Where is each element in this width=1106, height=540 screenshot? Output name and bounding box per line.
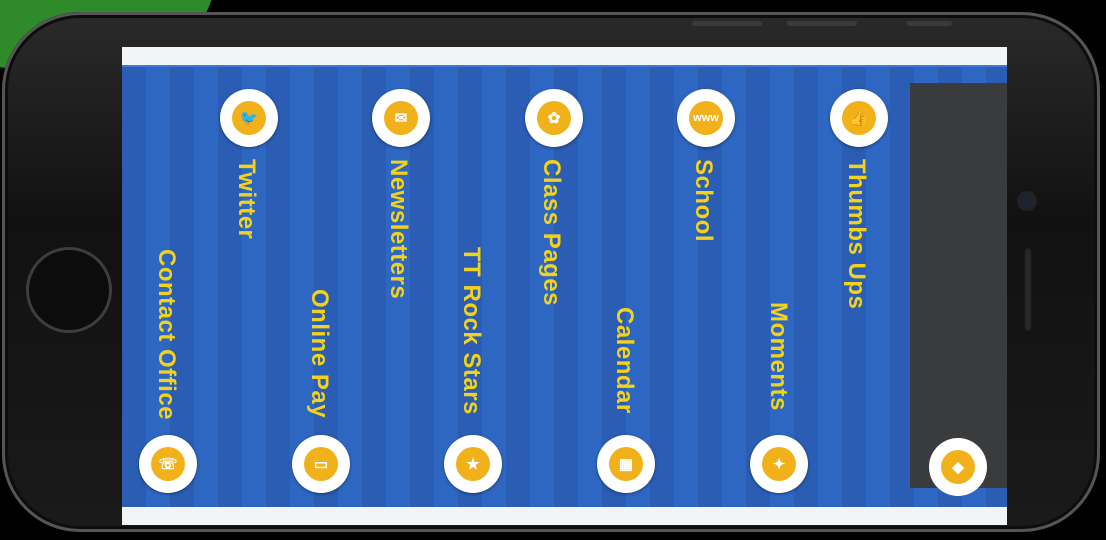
share-glyph: ◆ [941, 450, 975, 484]
www-glyph: www [689, 101, 723, 135]
side-panel [910, 83, 1007, 488]
volume-button [692, 21, 762, 26]
class-pages-label[interactable]: Class Pages [537, 159, 565, 306]
thumbs-ups-label[interactable]: Thumbs Ups [842, 159, 870, 309]
thumbs-up-glyph: 👍 [842, 101, 876, 135]
school-label[interactable]: School [689, 159, 717, 242]
calendar-glyph: ▦ [609, 447, 643, 481]
screen: 👍 Thumbs Ups www School ✿ Class Pages ✉ … [122, 47, 1007, 525]
moments-icon[interactable]: ✦ [750, 435, 808, 493]
newsletter-icon[interactable]: ✉ [372, 89, 430, 147]
share-icon-wrap: ◆ [941, 450, 975, 484]
tt-rock-stars-label[interactable]: TT Rock Stars [457, 247, 485, 415]
share-icon[interactable]: ◆ [929, 438, 987, 496]
contact-icon[interactable]: ☏ [139, 435, 197, 493]
online-pay-label[interactable]: Online Pay [305, 289, 333, 418]
twitter-icon[interactable]: 🐦 [220, 89, 278, 147]
moments-label[interactable]: Moments [764, 302, 792, 411]
newsletters-label[interactable]: Newsletters [384, 159, 412, 299]
card-icon[interactable]: ▭ [292, 435, 350, 493]
home-button[interactable] [26, 247, 112, 333]
earpiece-speaker [1024, 247, 1032, 332]
calendar-icon[interactable]: ▦ [597, 435, 655, 493]
www-icon[interactable]: www [677, 89, 735, 147]
twitter-glyph: 🐦 [232, 101, 266, 135]
contact-glyph: ☏ [151, 447, 185, 481]
volume-button [787, 21, 857, 26]
front-camera [1020, 194, 1034, 208]
thumbs-up-icon[interactable]: 👍 [830, 89, 888, 147]
twitter-label[interactable]: Twitter [232, 159, 260, 239]
class-pages-icon[interactable]: ✿ [525, 89, 583, 147]
rock-stars-glyph: ★ [456, 447, 490, 481]
calendar-label[interactable]: Calendar [610, 307, 638, 414]
phone-frame: 👍 Thumbs Ups www School ✿ Class Pages ✉ … [2, 12, 1100, 532]
rock-stars-icon[interactable]: ★ [444, 435, 502, 493]
contact-office-label[interactable]: Contact Office [152, 249, 180, 420]
newsletter-glyph: ✉ [384, 101, 418, 135]
mute-switch [907, 21, 952, 26]
class-pages-glyph: ✿ [537, 101, 571, 135]
app-launcher: 👍 Thumbs Ups www School ✿ Class Pages ✉ … [122, 65, 1007, 507]
moments-glyph: ✦ [762, 447, 796, 481]
card-glyph: ▭ [304, 447, 338, 481]
